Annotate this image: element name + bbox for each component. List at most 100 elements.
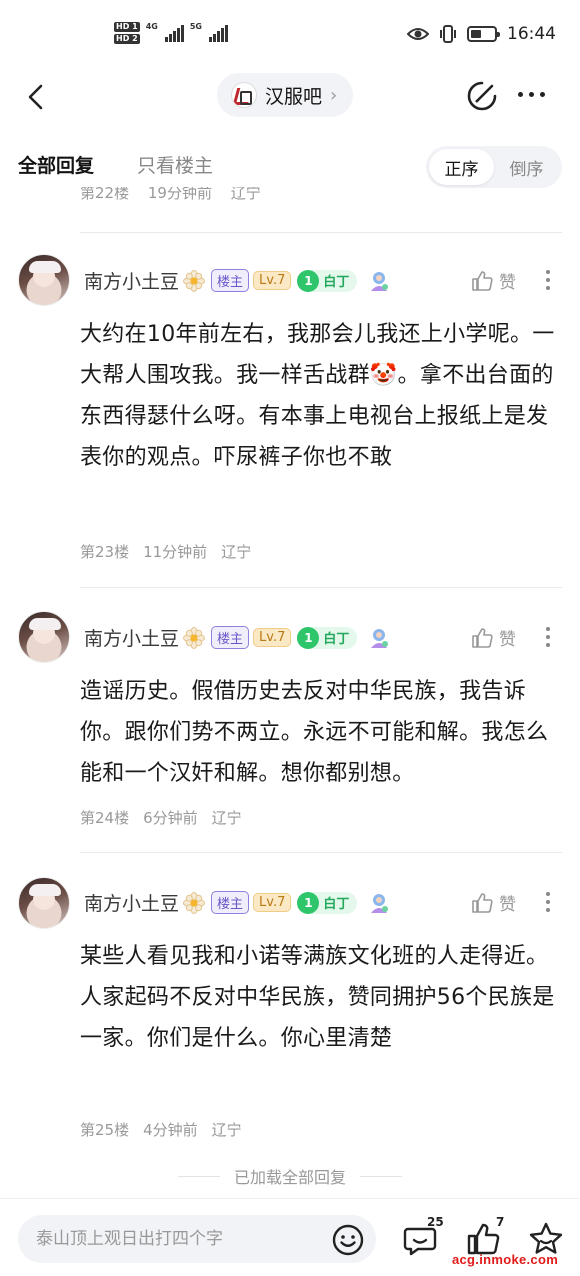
order-desc-button[interactable]: 倒序 — [494, 149, 559, 185]
avatar[interactable] — [18, 877, 70, 929]
reply-tabs: 全部回复 只看楼主 正序 倒序 — [0, 140, 580, 190]
extension-icon — [371, 893, 389, 913]
signal-group: HD 1 HD 2 4G 5G — [114, 22, 228, 44]
chevron-right-icon: › — [330, 84, 338, 106]
divider-right — [360, 1175, 402, 1177]
network-type-1: 4G — [145, 22, 158, 31]
like-label: 赞 — [499, 630, 516, 650]
divider-left — [177, 1175, 220, 1177]
tab-owner-only[interactable]: 只看楼主 — [137, 151, 213, 178]
level-badge: Lv.7 — [253, 271, 292, 290]
post-content: 某些人看见我和小诺等满族文化班的人走得近。人家起码不反对中华民族，赞同拥护56个… — [80, 944, 555, 1051]
owner-badge: 楼主 — [211, 891, 250, 914]
username[interactable]: 南方小土豆 — [84, 624, 179, 651]
eye-icon — [407, 28, 429, 40]
user-row: 南方小土豆 楼主 Lv.7 1 白丁 — [84, 624, 391, 651]
post-time: 6分钟前 — [143, 809, 198, 827]
floor-number: 第22楼 — [80, 187, 130, 201]
title-badge: 1 白丁 — [297, 269, 358, 292]
post-content: 造谣历史。假借历史去反对中华民族，我告诉你。跟你们势不两立。永远不可能和解。我怎… — [80, 679, 549, 786]
title-badge: 1 白丁 — [297, 891, 358, 914]
like-label: 赞 — [499, 895, 516, 915]
extension-icon — [371, 628, 389, 648]
user-row: 南方小土豆 楼主 Lv.7 1 白丁 — [84, 267, 391, 294]
username[interactable]: 南方小土豆 — [84, 267, 179, 294]
level-badge: Lv.7 — [253, 628, 292, 647]
avatar[interactable] — [18, 254, 70, 306]
post-meta: 第24楼 6分钟前 辽宁 — [80, 807, 242, 828]
like-button[interactable]: 赞 — [471, 268, 516, 293]
title-text: 白丁 — [323, 632, 350, 647]
reply-post: 南方小土豆 楼主 Lv.7 1 白丁 赞 某些人看见我和小诺等满族文化班的人走得近… — [0, 852, 580, 1152]
post-location: 辽宁 — [211, 1121, 242, 1139]
reply-post: 南方小土豆 楼主 Lv.7 1 白丁 赞 造谣历史。假借历史去反对中华民族，我告诉… — [0, 587, 580, 852]
post-location: 辽宁 — [230, 187, 261, 201]
order-asc-button[interactable]: 正序 — [429, 149, 494, 185]
back-icon[interactable] — [22, 82, 52, 112]
forum-entry-button[interactable]: 汉服吧 › — [217, 73, 354, 117]
thumb-up-icon — [472, 627, 493, 648]
signal-1-icon — [164, 24, 184, 42]
post-time: 19分钟前 — [147, 187, 212, 201]
sim-1-label: HD 1 — [114, 22, 140, 32]
like-button[interactable]: 赞 — [471, 890, 516, 915]
flower-icon — [183, 626, 206, 649]
post-location: 辽宁 — [211, 809, 242, 827]
battery-icon — [467, 26, 500, 42]
like-label: 赞 — [499, 273, 516, 293]
post-location: 辽宁 — [221, 543, 252, 561]
sim-2-label: HD 2 — [114, 34, 140, 44]
navbar: 汉服吧 › — [0, 72, 580, 122]
post-time: 4分钟前 — [143, 1121, 198, 1139]
title-number: 1 — [297, 891, 320, 914]
clock: 16:44 — [507, 24, 556, 44]
emoji-icon[interactable] — [331, 1223, 365, 1257]
owner-badge: 楼主 — [211, 626, 250, 649]
edit-icon[interactable] — [466, 80, 498, 112]
level-badge: Lv.7 — [253, 893, 292, 912]
reply-post: 南方小土豆 楼主 Lv.7 1 白丁 赞 大约在10年前左右，我那会儿我还上小学呢… — [0, 232, 580, 587]
post-content: 大约在10年前左右，我那会儿我还上小学呢。一大帮人围攻我。我一样舌战群🤡。拿不出… — [80, 322, 555, 470]
flower-icon — [183, 269, 206, 292]
floor-number: 第23楼 — [80, 543, 130, 561]
avatar[interactable] — [18, 611, 70, 663]
watermark: acg.inmoke.com — [452, 1252, 559, 1267]
divider — [80, 587, 562, 588]
like-button[interactable]: 赞 — [471, 625, 516, 650]
kebab-icon[interactable] — [546, 270, 550, 290]
forum-name: 汉服吧 — [265, 85, 323, 108]
comment-count: 25 — [427, 1215, 444, 1229]
flower-icon — [183, 891, 206, 914]
title-text: 白丁 — [323, 897, 350, 912]
title-number: 1 — [297, 626, 320, 649]
thumb-up-icon — [472, 892, 493, 913]
kebab-icon[interactable] — [546, 892, 550, 912]
sim-labels: HD 1 HD 2 — [114, 22, 140, 44]
post-time: 11分钟前 — [143, 543, 208, 561]
title-text: 白丁 — [323, 275, 350, 290]
network-type-2: 5G — [189, 22, 202, 31]
vibrate-icon — [440, 25, 456, 43]
forum-logo — [231, 82, 257, 108]
title-number: 1 — [297, 269, 320, 292]
tab-all-replies[interactable]: 全部回复 — [18, 151, 94, 178]
loaded-all-text: 已加载全部回复 — [233, 1168, 346, 1187]
previous-post-meta: 第22楼 19分钟前 辽宁 — [80, 187, 275, 201]
user-row: 南方小土豆 楼主 Lv.7 1 白丁 — [84, 889, 391, 916]
post-meta: 第25楼 4分钟前 辽宁 — [80, 1119, 242, 1140]
signal-2-icon — [208, 24, 228, 42]
thumb-up-icon — [472, 270, 493, 291]
more-icon[interactable] — [518, 92, 545, 97]
like-count: 7 — [496, 1215, 505, 1229]
order-toggle: 正序 倒序 — [426, 146, 562, 188]
kebab-icon[interactable] — [546, 627, 550, 647]
username[interactable]: 南方小土豆 — [84, 889, 179, 916]
loaded-all-notice: 已加载全部回复 — [0, 1164, 580, 1188]
divider — [80, 232, 562, 233]
divider — [80, 852, 562, 853]
floor-number: 第24楼 — [80, 809, 130, 827]
title-badge: 1 白丁 — [297, 626, 358, 649]
status-right: 16:44 — [407, 24, 556, 44]
reply-input[interactable] — [18, 1215, 376, 1263]
owner-badge: 楼主 — [211, 269, 250, 292]
